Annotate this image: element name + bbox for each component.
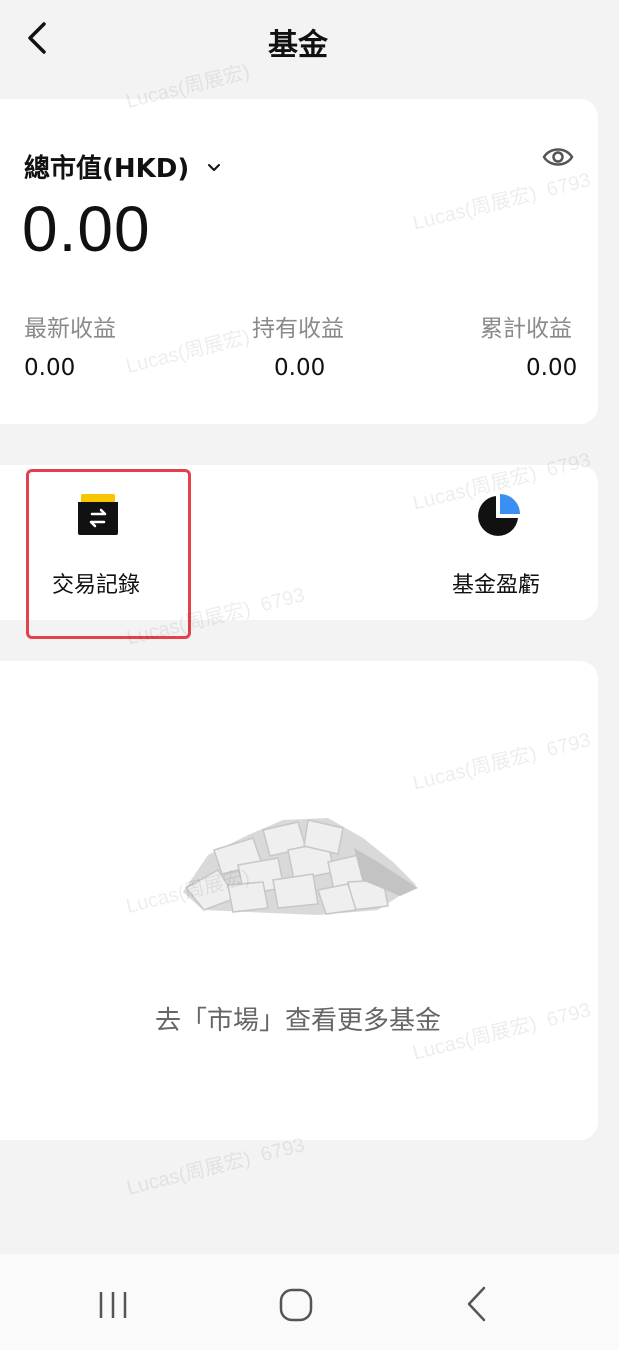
total-value-label: 總市值(HKD) [24, 154, 190, 184]
currency-selector[interactable]: 總市值(HKD) [24, 148, 221, 185]
cumulative-earnings-label: 累計收益 [480, 316, 572, 342]
nav-back-icon[interactable] [462, 1284, 492, 1324]
top-bar: 基金 [0, 0, 619, 80]
total-value: 0.00 [22, 193, 151, 265]
latest-earnings-label: 最新收益 [24, 316, 116, 342]
latest-earnings-value: 0.00 [24, 355, 76, 381]
fund-pnl-label: 基金盈虧 [452, 573, 541, 598]
home-icon[interactable] [277, 1284, 315, 1324]
paper-pile-illustration [183, 818, 418, 915]
fund-pnl-button[interactable]: 基金盈虧 [440, 480, 560, 610]
pie-chart-icon [478, 494, 520, 536]
holding-earnings-label: 持有收益 [252, 316, 344, 342]
recent-apps-icon[interactable] [96, 1284, 130, 1324]
page-title: 基金 [268, 28, 328, 63]
eye-icon[interactable] [542, 143, 574, 171]
fund-page: 基金 總市值(HKD) 0.00 最新收益 持有收益 累計收益 0.00 0.0… [0, 0, 619, 1350]
holding-earnings-value: 0.00 [274, 355, 326, 381]
empty-state-message: 去「市場」查看更多基金 [154, 1006, 441, 1036]
highlight-box [26, 469, 191, 639]
cumulative-earnings-value: 0.00 [526, 355, 578, 381]
chevron-down-icon [208, 163, 221, 171]
